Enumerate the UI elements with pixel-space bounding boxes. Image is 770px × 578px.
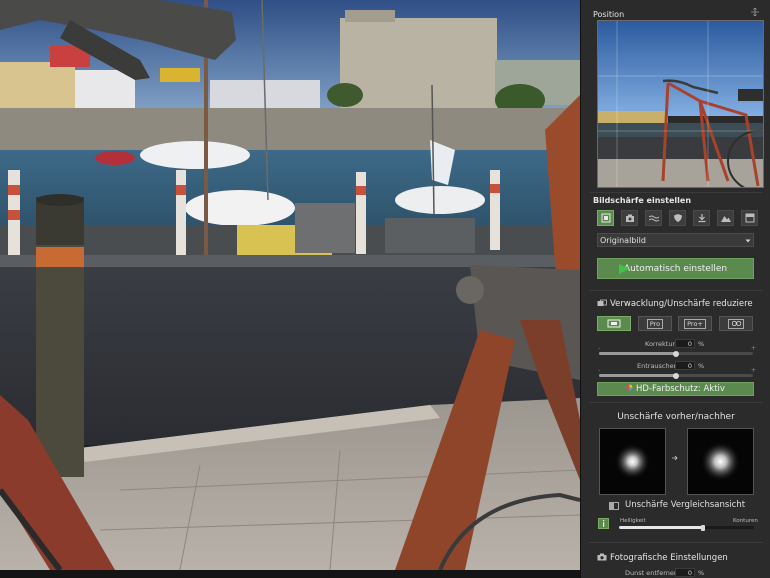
korrektur-percent: % — [698, 340, 705, 348]
photo-image — [0, 0, 580, 570]
chevron-down-icon — [745, 237, 751, 246]
expand-icon[interactable] — [751, 7, 759, 17]
canvas-bottom-strip — [0, 570, 580, 578]
dunst-percent: % — [698, 569, 705, 577]
entrauschen-slider[interactable] — [599, 372, 753, 379]
photo-settings-icon — [597, 553, 607, 563]
minus-icon: - — [598, 345, 601, 352]
korrektur-slider[interactable] — [599, 350, 753, 357]
mountain-icon[interactable] — [717, 210, 734, 226]
info-icon[interactable] — [598, 518, 609, 529]
shield-icon[interactable] — [669, 210, 686, 226]
divider — [589, 290, 763, 291]
slider-fill — [599, 374, 676, 377]
plus-icon: + — [751, 345, 757, 352]
play-icon — [618, 263, 630, 278]
mode-pro-button[interactable]: Pro — [638, 316, 672, 331]
korrektur-value[interactable]: 0 — [675, 339, 695, 348]
hd-color-protection-label: HD-Farbschutz: Aktiv — [636, 384, 725, 394]
compare-title: Unschärfe vorher/nachher — [617, 412, 735, 422]
preset-dropdown-value: Originalbild — [600, 236, 646, 245]
dunst-value[interactable]: 0 — [675, 568, 695, 577]
right-panel: Position Bildschärfe einstellen Original… — [580, 0, 770, 578]
minus-icon: - — [598, 367, 601, 374]
position-title: Position — [593, 10, 625, 19]
shake-icon — [597, 299, 607, 309]
mode-pro-label: Pro — [646, 318, 664, 329]
blur-before-preview — [599, 428, 666, 495]
entrauschen-value[interactable]: 0 — [675, 361, 695, 370]
position-preview[interactable] — [597, 20, 764, 188]
color-wheel-icon — [626, 384, 633, 394]
preset-dropdown[interactable]: Originalbild — [597, 233, 754, 247]
entrauschen-percent: % — [698, 362, 705, 370]
compare-view-button[interactable]: Unschärfe Vergleichsansicht — [625, 500, 745, 510]
auto-adjust-label: Automatisch einstellen — [623, 263, 728, 274]
mode-pro-plus-button[interactable]: Pro+ — [678, 316, 712, 331]
auto-adjust-button[interactable]: Automatisch einstellen — [597, 258, 754, 279]
helligkeit-label: Helligkeit — [620, 518, 646, 524]
plus-icon: + — [751, 367, 757, 374]
arrow-right-icon — [672, 455, 678, 463]
camera-icon[interactable] — [621, 210, 638, 226]
mode-compare-button[interactable]: OO — [719, 316, 753, 331]
divider — [589, 542, 763, 543]
slider-knob[interactable] — [700, 524, 705, 531]
divider — [589, 402, 763, 403]
mode-standard-button[interactable] — [597, 316, 631, 331]
sharpen-title: Bildschärfe einstellen — [593, 196, 692, 205]
slider-fill — [599, 352, 676, 355]
slider-knob[interactable] — [673, 372, 679, 379]
slider-fill — [619, 526, 703, 529]
mode-pro-plus-label: Pro+ — [684, 318, 706, 329]
download-icon[interactable] — [693, 210, 710, 226]
shake-title: Verwacklung/Unschärfe reduziere — [610, 299, 753, 309]
divider — [589, 192, 763, 193]
waves-icon[interactable] — [645, 210, 662, 226]
helligkeit-konturen-slider[interactable] — [619, 524, 754, 531]
mode-compare-label: OO — [728, 318, 744, 329]
image-icon[interactable] — [741, 210, 758, 226]
entrauschen-label: Entrauschen — [637, 362, 678, 370]
photo-settings-title: Fotografische Einstellungen — [610, 553, 728, 563]
hd-color-protection-button[interactable]: HD-Farbschutz: Aktiv — [597, 382, 754, 396]
blur-after-preview — [687, 428, 754, 495]
slider-knob[interactable] — [673, 350, 679, 357]
photo-canvas[interactable] — [0, 0, 580, 570]
konturen-label: Konturen — [733, 518, 758, 524]
sharpen-photo-icon[interactable] — [597, 210, 614, 226]
korrektur-label: Korrektur — [645, 340, 676, 348]
split-view-icon — [609, 502, 619, 512]
dunst-label: Dunst entfernen — [625, 569, 678, 577]
